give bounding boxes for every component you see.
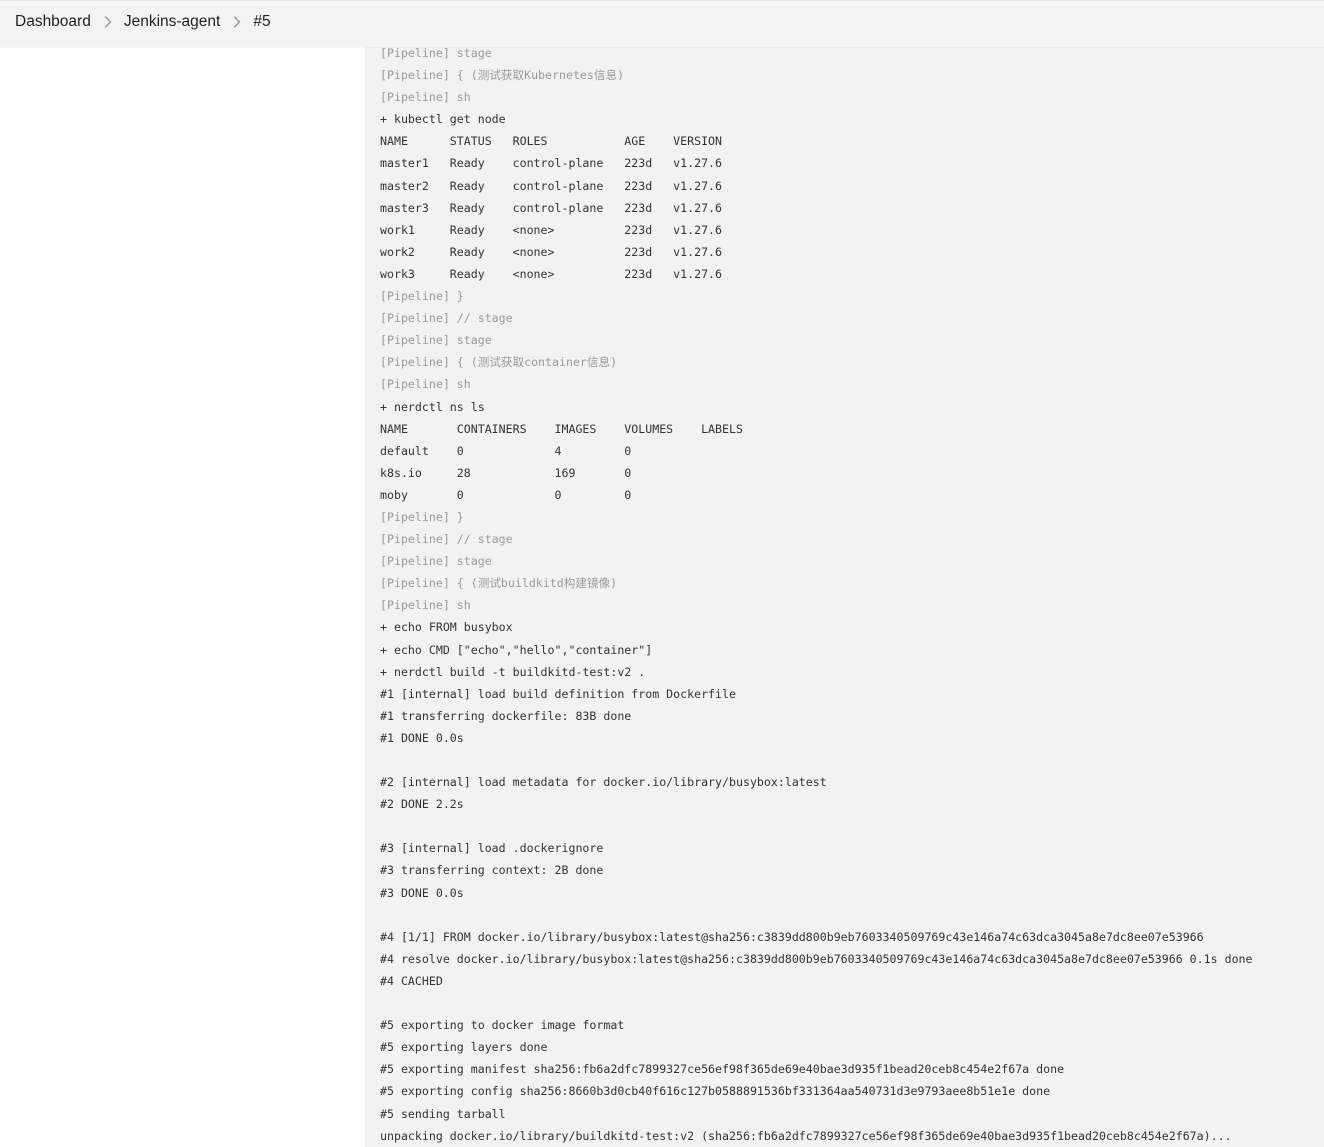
console-pipeline-line: [Pipeline] { (测试获取container信息) bbox=[380, 355, 618, 370]
console-output-line: NAME CONTAINERS IMAGES VOLUMES LABELS bbox=[380, 421, 743, 436]
console-pipeline-line: [Pipeline] } bbox=[380, 289, 464, 304]
console-output-line: #5 sending tarball bbox=[380, 1106, 506, 1121]
console-output-line: k8s.io 28 169 0 bbox=[380, 465, 632, 480]
console-output-line bbox=[380, 904, 1253, 926]
console-output-line: #5 exporting config sha256:8660b3d0cb40f… bbox=[380, 1084, 1051, 1099]
console-pipeline-line: [Pipeline] sh bbox=[380, 377, 471, 392]
console-pipeline-line: [Pipeline] stage bbox=[380, 333, 492, 348]
console-output-line: work3 Ready <none> 223d v1.27.6 bbox=[380, 266, 723, 281]
breadcrumb: Dashboard Jenkins-agent #5 bbox=[15, 12, 271, 32]
console-pipeline-line: [Pipeline] { (测试buildkitd构建镜像) bbox=[380, 576, 618, 591]
console-pipeline-line: [Pipeline] // stage bbox=[380, 532, 513, 547]
console-output-line: #3 transferring context: 2B done bbox=[380, 863, 604, 878]
breadcrumb-dashboard-link[interactable]: Dashboard bbox=[15, 13, 91, 31]
console-output-line bbox=[380, 815, 1253, 837]
breadcrumb-top-divider bbox=[0, 0, 1324, 1]
chevron-right-icon bbox=[103, 12, 113, 32]
console-output-line: #5 exporting layers done bbox=[380, 1040, 548, 1055]
console-output-line: #2 [internal] load metadata for docker.i… bbox=[380, 775, 827, 790]
breadcrumb-build-link[interactable]: #5 bbox=[253, 13, 270, 31]
console-pipeline-line: [Pipeline] // stage bbox=[380, 311, 513, 326]
console-pipeline-line: [Pipeline] { (测试获取Kubernetes信息) bbox=[380, 68, 625, 83]
console-output-line: work2 Ready <none> 223d v1.27.6 bbox=[380, 244, 723, 259]
console-output-line: master2 Ready control-plane 223d v1.27.6 bbox=[380, 178, 723, 193]
console-output-line: #2 DONE 2.2s bbox=[380, 797, 464, 812]
console-output-line: #4 CACHED bbox=[380, 973, 443, 988]
console-output-line: master1 Ready control-plane 223d v1.27.6 bbox=[380, 156, 723, 171]
console-output-line: #4 [1/1] FROM docker.io/library/busybox:… bbox=[380, 929, 1204, 944]
console-output-line: master3 Ready control-plane 223d v1.27.6 bbox=[380, 200, 723, 215]
console-output-line: unpacking docker.io/library/buildkitd-te… bbox=[380, 1128, 1232, 1143]
console-output-line: #1 transferring dockerfile: 83B done bbox=[380, 708, 632, 723]
console-lines: [Pipeline] stage [Pipeline] { (测试获取Kubern… bbox=[380, 42, 1253, 1147]
console-output-line: #5 exporting to docker image format bbox=[380, 1018, 625, 1033]
console-output-line: #1 DONE 0.0s bbox=[380, 730, 464, 745]
chevron-right-icon bbox=[232, 12, 242, 32]
breadcrumb-bar: Dashboard Jenkins-agent #5 bbox=[0, 0, 1324, 47]
console-output-line: #3 DONE 0.0s bbox=[380, 885, 464, 900]
console-output-line: + nerdctl build -t buildkitd-test:v2 . bbox=[380, 664, 646, 679]
console-output-line: #5 exporting manifest sha256:fb6a2dfc789… bbox=[380, 1062, 1065, 1077]
console-output-line: + nerdctl ns ls bbox=[380, 399, 485, 414]
breadcrumb-job-link[interactable]: Jenkins-agent bbox=[124, 13, 221, 31]
console-output-line: work1 Ready <none> 223d v1.27.6 bbox=[380, 222, 723, 237]
console-pipeline-line: [Pipeline] sh bbox=[380, 90, 471, 105]
console-output: [Pipeline] stage [Pipeline] { (测试获取Kubern… bbox=[365, 0, 1324, 1147]
console-output-line: NAME STATUS ROLES AGE VERSION bbox=[380, 134, 723, 149]
console-output-line: #1 [internal] load build definition from… bbox=[380, 686, 736, 701]
console-output-line: #3 [internal] load .dockerignore bbox=[380, 841, 604, 856]
console-pipeline-line: [Pipeline] sh bbox=[380, 598, 471, 613]
console-output-line: + echo FROM busybox bbox=[380, 620, 513, 635]
console-output-line bbox=[380, 992, 1253, 1014]
console-pipeline-line: [Pipeline] } bbox=[380, 509, 464, 524]
console-pipeline-line: [Pipeline] stage bbox=[380, 554, 492, 569]
console-output-line: default 0 4 0 bbox=[380, 443, 632, 458]
console-output-line bbox=[380, 749, 1253, 771]
console-output-line: moby 0 0 0 bbox=[380, 487, 632, 502]
console-output-line: + echo CMD ["echo","hello","container"] bbox=[380, 642, 653, 657]
console-output-line: + kubectl get node bbox=[380, 112, 506, 127]
console-output-line: #4 resolve docker.io/library/busybox:lat… bbox=[380, 951, 1253, 966]
